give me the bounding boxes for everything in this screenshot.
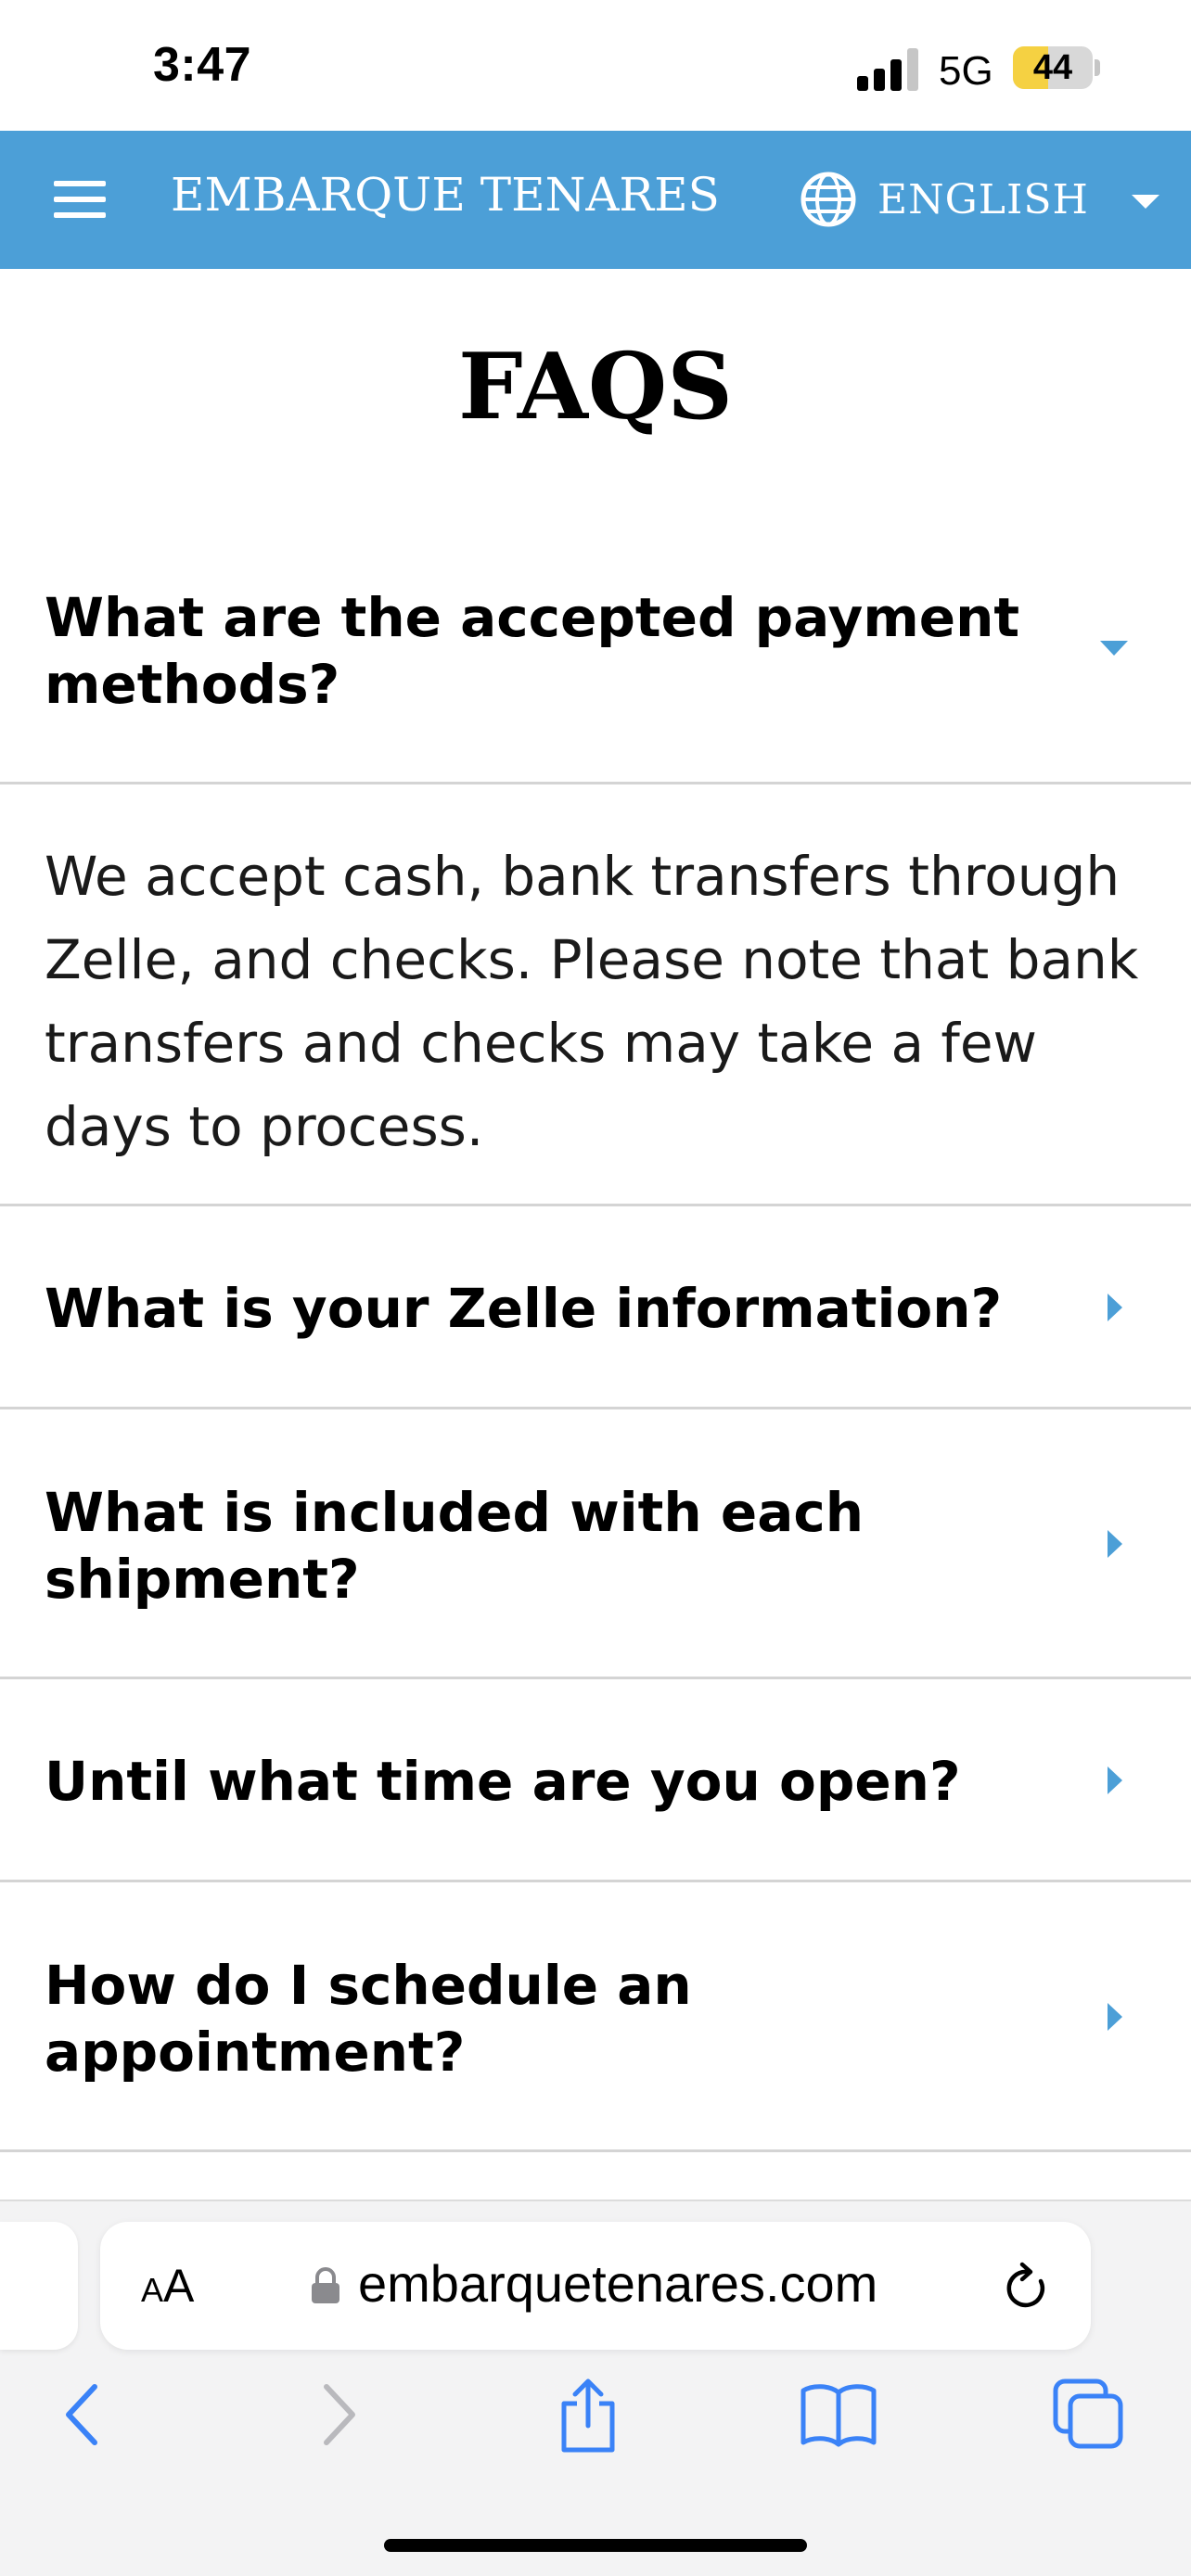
cellular-signal-icon [857, 48, 918, 91]
bookmarks-icon[interactable] [800, 2378, 877, 2452]
caret-right-icon[interactable] [1108, 1294, 1122, 1321]
caret-down-icon[interactable] [1100, 641, 1128, 656]
caret-right-icon[interactable] [1108, 1766, 1122, 1794]
globe-icon [800, 172, 856, 227]
text-size-small-label: A [141, 2271, 164, 2309]
share-icon[interactable] [555, 2378, 621, 2455]
forward-icon[interactable] [315, 2378, 364, 2452]
divider [0, 1204, 1191, 1206]
faq-question[interactable]: What is your Zelle information? [45, 1275, 1046, 1342]
divider [0, 1677, 1191, 1679]
faq-question[interactable]: How do I schedule an appointment? [45, 1952, 1046, 2085]
site-brand[interactable]: EMBARQUE TENARES [171, 168, 720, 222]
faq-question[interactable]: What are the accepted payment methods? [45, 584, 1046, 718]
page-title: FAQS [457, 334, 733, 440]
faq-question[interactable]: What is included with each shipment? [45, 1479, 1046, 1613]
battery-tip [1095, 59, 1100, 76]
home-indicator[interactable] [384, 2539, 807, 2552]
divider [0, 1880, 1191, 1882]
status-time: 3:47 [153, 38, 252, 92]
url-text[interactable]: embarquetenares.com [358, 2253, 877, 2314]
menu-icon[interactable] [54, 181, 106, 218]
lock-icon [312, 2267, 339, 2303]
battery-percentage: 44 [1032, 48, 1073, 87]
caret-right-icon[interactable] [1108, 2003, 1122, 2031]
back-icon[interactable] [58, 2378, 106, 2452]
faq-answer: We accept cash, bank transfers through Z… [45, 845, 1139, 1158]
battery-icon: 44 [1013, 46, 1093, 89]
reload-icon[interactable] [1000, 2259, 1052, 2315]
chevron-down-icon [1131, 194, 1159, 209]
language-label: ENGLISH [877, 175, 1089, 223]
divider [0, 2149, 1191, 2152]
previous-tab-preview[interactable] [0, 2222, 78, 2350]
site-header: EMBARQUE TENARES ENGLISH [0, 131, 1191, 269]
language-selector[interactable]: ENGLISH [800, 166, 1159, 233]
divider [0, 782, 1191, 784]
text-size-large-label: A [163, 2260, 195, 2312]
faq-question[interactable]: Until what time are you open? [45, 1748, 1046, 1815]
network-type: 5G [939, 48, 993, 94]
divider [0, 1407, 1191, 1409]
status-bar: 3:47 5G 44 [0, 0, 1191, 131]
text-size-button[interactable]: AA [141, 2259, 194, 2313]
caret-right-icon[interactable] [1108, 1530, 1122, 1558]
tabs-icon[interactable] [1052, 2378, 1126, 2452]
